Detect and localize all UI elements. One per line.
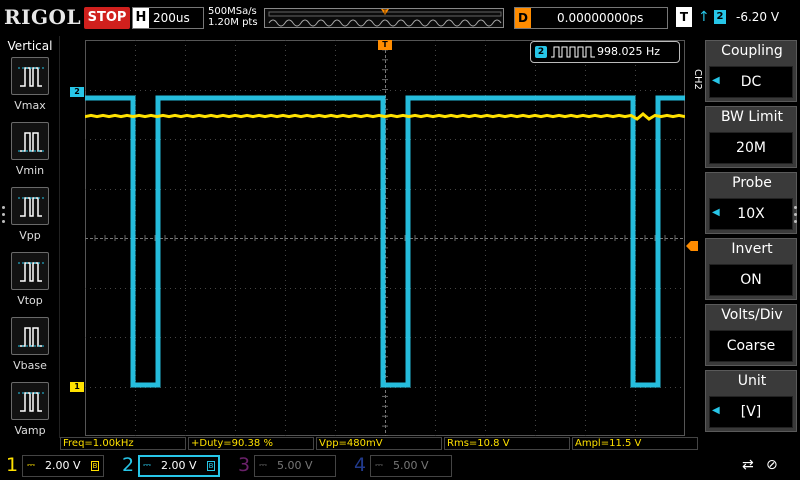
- run-stop-status[interactable]: STOP: [84, 7, 130, 29]
- top-status-bar: RIGOL STOP H 200us 500MSa/s 1.20M pts T …: [0, 0, 800, 36]
- measurement-results-bar: Freq=1.00kHz +Duty=90.38 % Vpp=480mV Rms=10…: [60, 437, 700, 450]
- usb-icon: ⇄: [742, 457, 754, 473]
- menu-channel-tag: CH2: [692, 68, 703, 90]
- menu-unit[interactable]: Unit [V] ◀: [705, 370, 797, 432]
- trigger-level-marker[interactable]: [686, 241, 698, 251]
- menu-coupling[interactable]: Coupling DC ◀: [705, 40, 797, 102]
- channel-1-button[interactable]: 1: [6, 453, 18, 477]
- channel-scale-value: 5.00 V: [277, 459, 313, 472]
- delay-label: D: [515, 8, 531, 28]
- channel-scale-value: 5.00 V: [393, 459, 429, 472]
- menu-item-title: Unit: [737, 373, 767, 389]
- speaker-mute-icon: ⊘: [766, 457, 778, 473]
- ch1-level-marker[interactable]: 1: [70, 382, 84, 392]
- trigger-position-marker[interactable]: T: [378, 40, 392, 50]
- channel-3-button[interactable]: 3: [238, 453, 250, 477]
- right-scroll-indicator: [794, 206, 798, 227]
- menu-probe[interactable]: Probe 10X ◀: [705, 172, 797, 234]
- measurement-category-title: Vertical: [7, 39, 53, 53]
- dc-coupling-icon: ⎓: [143, 460, 151, 471]
- memory-overview-waveform: T: [268, 9, 502, 27]
- channel-4-button[interactable]: 4: [354, 453, 366, 477]
- measurement-label-vmax: Vmax: [14, 99, 46, 112]
- pulse-wave-icon: [551, 46, 595, 58]
- channel-4-scale[interactable]: ⎓ 5.00 V: [370, 455, 452, 477]
- memory-depth: 1.20M pts: [208, 17, 258, 28]
- counter-channel: 2: [535, 46, 547, 58]
- menu-invert[interactable]: Invert ON: [705, 238, 797, 300]
- menu-item-value: DC: [709, 66, 793, 98]
- menu-volts-div[interactable]: Volts/Div Coarse: [705, 304, 797, 366]
- acquisition-info: 500MSa/s 1.20M pts: [208, 6, 258, 28]
- menu-item-value: 20M: [709, 132, 793, 164]
- delay-value: 0.00000000ps: [557, 11, 644, 25]
- waveform-display[interactable]: [85, 40, 685, 436]
- measurement-result[interactable]: Vpp=480mV: [316, 437, 442, 450]
- left-arrow-icon: ◀: [712, 405, 720, 416]
- rising-edge-icon: ↑: [698, 9, 710, 25]
- measurement-label-vmin: Vmin: [15, 164, 45, 177]
- measurement-label-vpp: Vpp: [19, 229, 41, 242]
- measurement-result[interactable]: +Duty=90.38 %: [188, 437, 314, 450]
- horizontal-timebase[interactable]: H 200us: [132, 7, 204, 29]
- menu-item-value: 10X: [709, 198, 793, 230]
- vpp-icon[interactable]: [11, 187, 49, 225]
- timebase-value: 200us: [153, 11, 190, 25]
- sample-rate: 500MSa/s: [208, 6, 257, 17]
- left-arrow-icon: ◀: [712, 207, 720, 218]
- trigger-level: -6.20 V: [736, 10, 780, 24]
- menu-item-value: [V]: [709, 396, 793, 428]
- ch2-level-marker[interactable]: 2: [70, 87, 84, 97]
- channel-2-button[interactable]: 2: [122, 453, 134, 477]
- channel-status-bar: 1 ⎓ 2.00 V B 2 ⎓ 2.00 V B 3 ⎓ 5.00 V 4 ⎓ 5.00 V ⇄ ⊘: [0, 451, 800, 480]
- menu-item-title: Coupling: [721, 43, 783, 59]
- trigger-label: T: [676, 7, 692, 27]
- dc-coupling-icon: ⎓: [259, 460, 267, 471]
- bandwidth-limit-icon: B: [207, 461, 215, 471]
- trigger-source: 2: [714, 10, 726, 24]
- measurement-result[interactable]: Freq=1.00kHz: [60, 437, 186, 450]
- svg-text:T: T: [382, 9, 387, 16]
- menu-bw-limit[interactable]: BW Limit 20M: [705, 106, 797, 168]
- channel-2-scale[interactable]: ⎓ 2.00 V B: [138, 455, 220, 477]
- vmin-icon[interactable]: [11, 122, 49, 160]
- ch2-trace: [85, 95, 685, 388]
- channel-menu: Coupling DC ◀ BW Limit 20M Probe 10X ◀ Invert ON V…: [705, 40, 800, 436]
- menu-item-title: Invert: [731, 241, 773, 257]
- left-scroll-indicator: [2, 206, 5, 230]
- dc-coupling-icon: ⎓: [27, 460, 35, 471]
- left-arrow-icon: ◀: [712, 75, 720, 86]
- dc-coupling-icon: ⎓: [375, 460, 383, 471]
- vtop-icon[interactable]: [11, 252, 49, 290]
- vmax-icon[interactable]: [11, 57, 49, 95]
- bandwidth-limit-icon: B: [91, 461, 99, 471]
- menu-item-title: Probe: [732, 175, 772, 191]
- memory-overview-strip[interactable]: T: [264, 8, 504, 28]
- channel-3-scale[interactable]: ⎓ 5.00 V: [254, 455, 336, 477]
- measurement-menu-panel: Vertical Vmax Vmin Vpp Vtop Vbase Vamp: [0, 36, 60, 438]
- measurement-result[interactable]: Ampl=11.5 V: [572, 437, 698, 450]
- horizontal-label: H: [133, 8, 149, 28]
- menu-item-value: ON: [709, 264, 793, 296]
- menu-item-title: Volts/Div: [721, 307, 783, 323]
- channel-scale-value: 2.00 V: [45, 459, 81, 472]
- vbase-icon[interactable]: [11, 317, 49, 355]
- counter-value: 998.025 Hz: [597, 45, 661, 58]
- brand-logo: RIGOL: [4, 5, 82, 29]
- measurement-result[interactable]: Rms=10.8 V: [444, 437, 570, 450]
- frequency-counter: 2 998.025 Hz: [530, 41, 680, 63]
- waveform-grid: [85, 40, 685, 436]
- measurement-label-vamp: Vamp: [14, 424, 46, 437]
- channel-1-scale[interactable]: ⎓ 2.00 V B: [22, 455, 104, 477]
- measurement-label-vtop: Vtop: [17, 294, 43, 307]
- channel-scale-value: 2.00 V: [161, 459, 197, 472]
- trigger-readout[interactable]: T ↑ 2 -6.20 V: [676, 7, 798, 29]
- vamp-icon[interactable]: [11, 382, 49, 420]
- menu-item-title: BW Limit: [720, 109, 784, 125]
- menu-item-value: Coarse: [709, 330, 793, 362]
- measurement-label-vbase: Vbase: [13, 359, 47, 372]
- delay-readout[interactable]: D 0.00000000ps: [514, 7, 668, 29]
